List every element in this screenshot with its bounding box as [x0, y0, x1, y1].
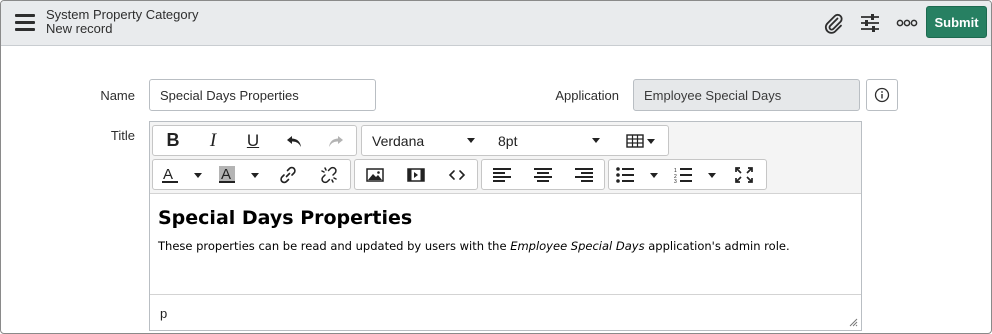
toolbar-group-font: Verdana 8pt	[361, 125, 669, 156]
link-icon[interactable]	[274, 160, 302, 189]
font-family-select[interactable]: Verdana	[372, 126, 478, 155]
rich-text-editor: B I U Verdana 8pt A A 1 2 3 Special Days…	[149, 121, 862, 331]
menu-icon[interactable]	[15, 13, 35, 31]
toolbar-group-align	[481, 159, 605, 190]
redo-icon[interactable]	[322, 126, 350, 155]
bullet-list-icon[interactable]	[614, 160, 662, 189]
content-text-after: application's admin role.	[644, 239, 790, 253]
info-button[interactable]	[866, 79, 898, 111]
font-size-value: 8pt	[498, 132, 518, 149]
align-left-icon[interactable]	[487, 160, 517, 189]
undo-icon[interactable]	[280, 126, 308, 155]
content-text-italic: Employee Special Days	[510, 239, 645, 253]
unlink-icon[interactable]	[315, 160, 343, 189]
element-path[interactable]: p	[160, 306, 167, 321]
chevron-down-icon	[592, 138, 600, 143]
svg-text:A: A	[221, 166, 231, 183]
chevron-down-icon	[467, 138, 475, 143]
application-field: Employee Special Days	[633, 79, 860, 111]
bold-icon[interactable]: B	[159, 126, 187, 155]
font-size-select[interactable]: 8pt	[498, 126, 606, 155]
attachment-icon[interactable]	[820, 10, 846, 36]
underline-icon[interactable]: U	[239, 126, 267, 155]
toolbar-group-lists: 123	[608, 159, 767, 190]
more-options-icon[interactable]	[894, 10, 920, 36]
editor-toolbar: B I U Verdana 8pt A A 1 2 3	[150, 122, 861, 194]
code-icon[interactable]	[442, 160, 472, 189]
italic-icon[interactable]: I	[199, 126, 227, 155]
highlight-color-icon[interactable]: A	[217, 160, 263, 189]
svg-text:A: A	[163, 166, 173, 183]
editor-statusbar: p	[150, 294, 861, 330]
media-icon[interactable]	[401, 160, 431, 189]
name-label: Name	[100, 88, 135, 103]
align-right-icon[interactable]	[569, 160, 599, 189]
settings-sliders-icon[interactable]	[857, 10, 883, 36]
toolbar-group-media	[354, 159, 478, 190]
content-text-before: These properties can be read and updated…	[158, 239, 511, 253]
resize-handle-icon[interactable]	[849, 318, 858, 327]
svg-text:3: 3	[674, 179, 677, 183]
title-label: Title	[110, 128, 135, 143]
numbered-list-icon[interactable]: 123	[672, 160, 720, 189]
table-icon[interactable]	[624, 126, 658, 155]
page-title: System Property Category	[46, 7, 199, 22]
application-label: Application	[555, 88, 619, 103]
editor-content[interactable]: Special Days Properties These properties…	[150, 195, 861, 295]
form-window: System Property Category New record Subm…	[0, 0, 992, 334]
font-family-value: Verdana	[372, 132, 425, 149]
align-center-icon[interactable]	[528, 160, 558, 189]
content-heading: Special Days Properties	[158, 207, 413, 229]
toolbar-group-formatting: B I U	[152, 125, 357, 156]
text-color-icon[interactable]: A	[159, 160, 205, 189]
image-icon[interactable]	[360, 160, 390, 189]
page-subtitle: New record	[46, 21, 113, 36]
content-paragraph: These properties can be read and updated…	[158, 239, 853, 253]
fullscreen-icon[interactable]	[729, 160, 759, 189]
toolbar-group-color: A A	[152, 159, 351, 190]
submit-button[interactable]: Submit	[926, 6, 987, 38]
name-input[interactable]: Special Days Properties	[149, 79, 376, 111]
info-icon	[874, 87, 890, 103]
header-bar: System Property Category New record Subm…	[1, 1, 991, 46]
